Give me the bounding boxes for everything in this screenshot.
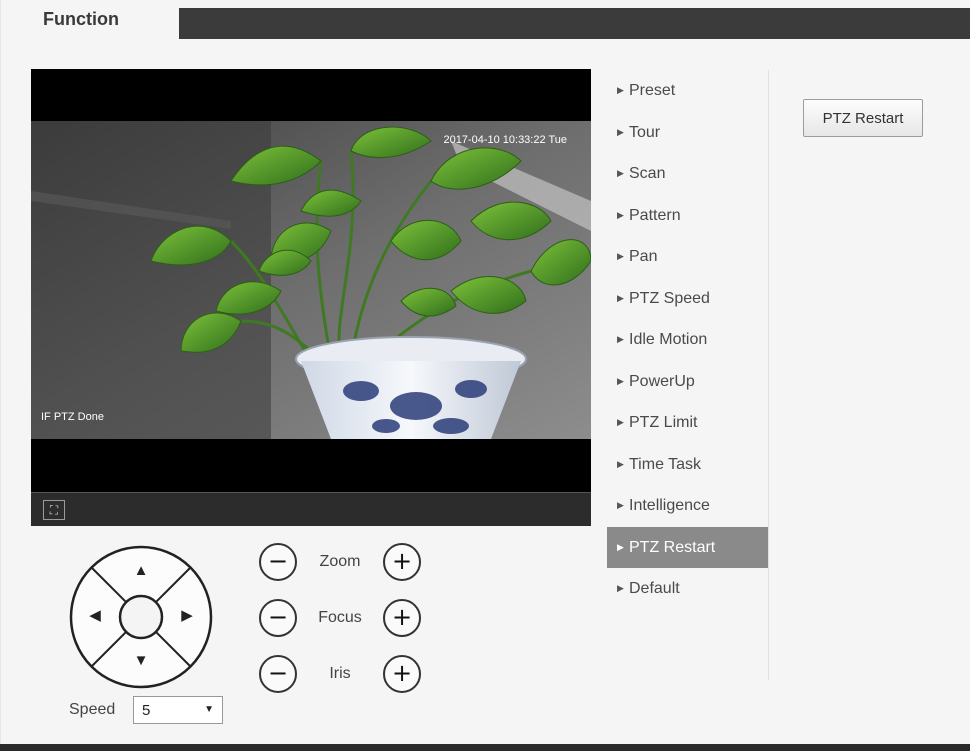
menu-item-ptz-limit[interactable]: ▶ PTZ Limit: [607, 402, 769, 444]
iris-open-button[interactable]: +: [383, 655, 421, 693]
menu-item-label: Tour: [629, 123, 661, 141]
iris-control: − Iris +: [259, 655, 425, 695]
menu-item-pan[interactable]: ▶ Pan: [607, 236, 769, 278]
caret-right-icon: ▶: [617, 375, 624, 386]
menu-item-label: Scan: [629, 165, 666, 182]
menu-item-label: Pan: [629, 248, 658, 265]
zoom-control: − Zoom +: [259, 543, 425, 583]
menu-item-idle-motion[interactable]: ▶ Idle Motion: [607, 319, 769, 361]
menu-item-label: Intelligence: [629, 497, 710, 514]
menu-item-tour[interactable]: ▶ Tour: [607, 112, 769, 154]
menu-item-label: Preset: [629, 82, 676, 99]
right-arrow-icon[interactable]: ▶: [177, 606, 197, 626]
tab-bar-background: [179, 8, 970, 39]
focus-near-button[interactable]: −: [259, 599, 297, 637]
caret-right-icon: ▶: [617, 292, 624, 303]
focus-label: Focus: [318, 609, 362, 626]
menu-item-default[interactable]: ▶ Default: [607, 568, 769, 610]
caret-right-icon: ▶: [617, 500, 624, 510]
caret-right-icon: ▶: [617, 126, 624, 137]
caret-right-icon: ▶: [617, 458, 624, 469]
menu-item-label: PTZ Limit: [629, 414, 698, 431]
plant-camera-image: [31, 121, 591, 439]
tab-function-label: Function: [43, 9, 119, 29]
chevron-down-icon: ▼: [204, 704, 214, 715]
caret-right-icon: ▶: [617, 334, 624, 344]
menu-divider: [768, 70, 769, 680]
caret-right-icon: ▶: [617, 85, 624, 95]
ptz-function-page: Function 2017-04-10 10:33:22 Tue IF PTZ …: [0, 0, 970, 751]
tab-strip: Function: [19, 0, 970, 40]
osd-timestamp: 2017-04-10 10:33:22 Tue: [443, 134, 567, 146]
menu-item-label: Default: [629, 580, 680, 597]
menu-item-label: Idle Motion: [629, 331, 708, 348]
video-letterbox-top: [31, 69, 591, 121]
menu-item-pattern[interactable]: ▶ Pattern: [607, 195, 769, 237]
zoom-out-button[interactable]: −: [259, 543, 297, 581]
caret-right-icon: ▶: [617, 583, 624, 593]
menu-item-label: PTZ Speed: [629, 289, 710, 307]
ptz-restart-button[interactable]: PTZ Restart: [803, 99, 923, 137]
video-letterbox-bottom: [31, 439, 591, 492]
speed-select[interactable]: 5 ▼: [133, 696, 223, 724]
fullscreen-icon[interactable]: ⛶: [43, 500, 65, 520]
menu-item-time-task[interactable]: ▶ Time Task: [607, 444, 769, 486]
ptz-direction-pad: ▲ ▼ ◀ ▶: [69, 545, 213, 689]
menu-item-label: PowerUp: [629, 372, 695, 390]
caret-right-icon: ▶: [617, 417, 624, 427]
up-arrow-icon[interactable]: ▲: [131, 561, 151, 581]
caret-right-icon: ▶: [617, 168, 624, 178]
function-menu: ▶ Preset ▶ Tour ▶ Scan ▶ Pattern ▶ Pan ▶ PTZ Speed ▶…: [607, 70, 769, 610]
menu-item-powerup[interactable]: ▶ PowerUp: [607, 361, 769, 403]
speed-label: Speed: [69, 701, 116, 718]
focus-far-button[interactable]: +: [383, 599, 421, 637]
live-video-frame: 2017-04-10 10:33:22 Tue IF PTZ Done: [31, 121, 591, 439]
menu-item-preset[interactable]: ▶ Preset: [607, 70, 769, 112]
osd-status-text: IF PTZ Done: [41, 411, 104, 423]
menu-item-ptz-speed[interactable]: ▶ PTZ Speed: [607, 278, 769, 320]
down-arrow-icon[interactable]: ▼: [131, 651, 151, 671]
caret-right-icon: ▶: [617, 251, 624, 261]
zoom-in-button[interactable]: +: [383, 543, 421, 581]
speed-select-value: 5: [142, 702, 151, 719]
menu-item-ptz-restart[interactable]: ▶ PTZ Restart: [607, 526, 769, 568]
menu-item-label: PTZ Restart: [629, 538, 716, 556]
caret-right-icon: ▶: [617, 209, 624, 220]
bottom-bar: [0, 744, 970, 751]
live-video-panel: 2017-04-10 10:33:22 Tue IF PTZ Done ⛶: [31, 69, 591, 526]
tab-function[interactable]: Function: [19, 0, 179, 40]
focus-control: − Focus +: [259, 599, 425, 639]
menu-item-intelligence[interactable]: ▶ Intelligence: [607, 485, 769, 527]
zoom-label: Zoom: [319, 553, 361, 570]
video-toolbar: ⛶: [31, 492, 591, 526]
menu-item-scan[interactable]: ▶ Scan: [607, 153, 769, 195]
menu-item-label: Pattern: [629, 206, 681, 224]
left-arrow-icon[interactable]: ◀: [85, 606, 105, 626]
iris-label: Iris: [329, 665, 351, 682]
caret-right-icon: ▶: [617, 541, 624, 552]
menu-item-label: Time Task: [629, 455, 702, 473]
iris-close-button[interactable]: −: [259, 655, 297, 693]
